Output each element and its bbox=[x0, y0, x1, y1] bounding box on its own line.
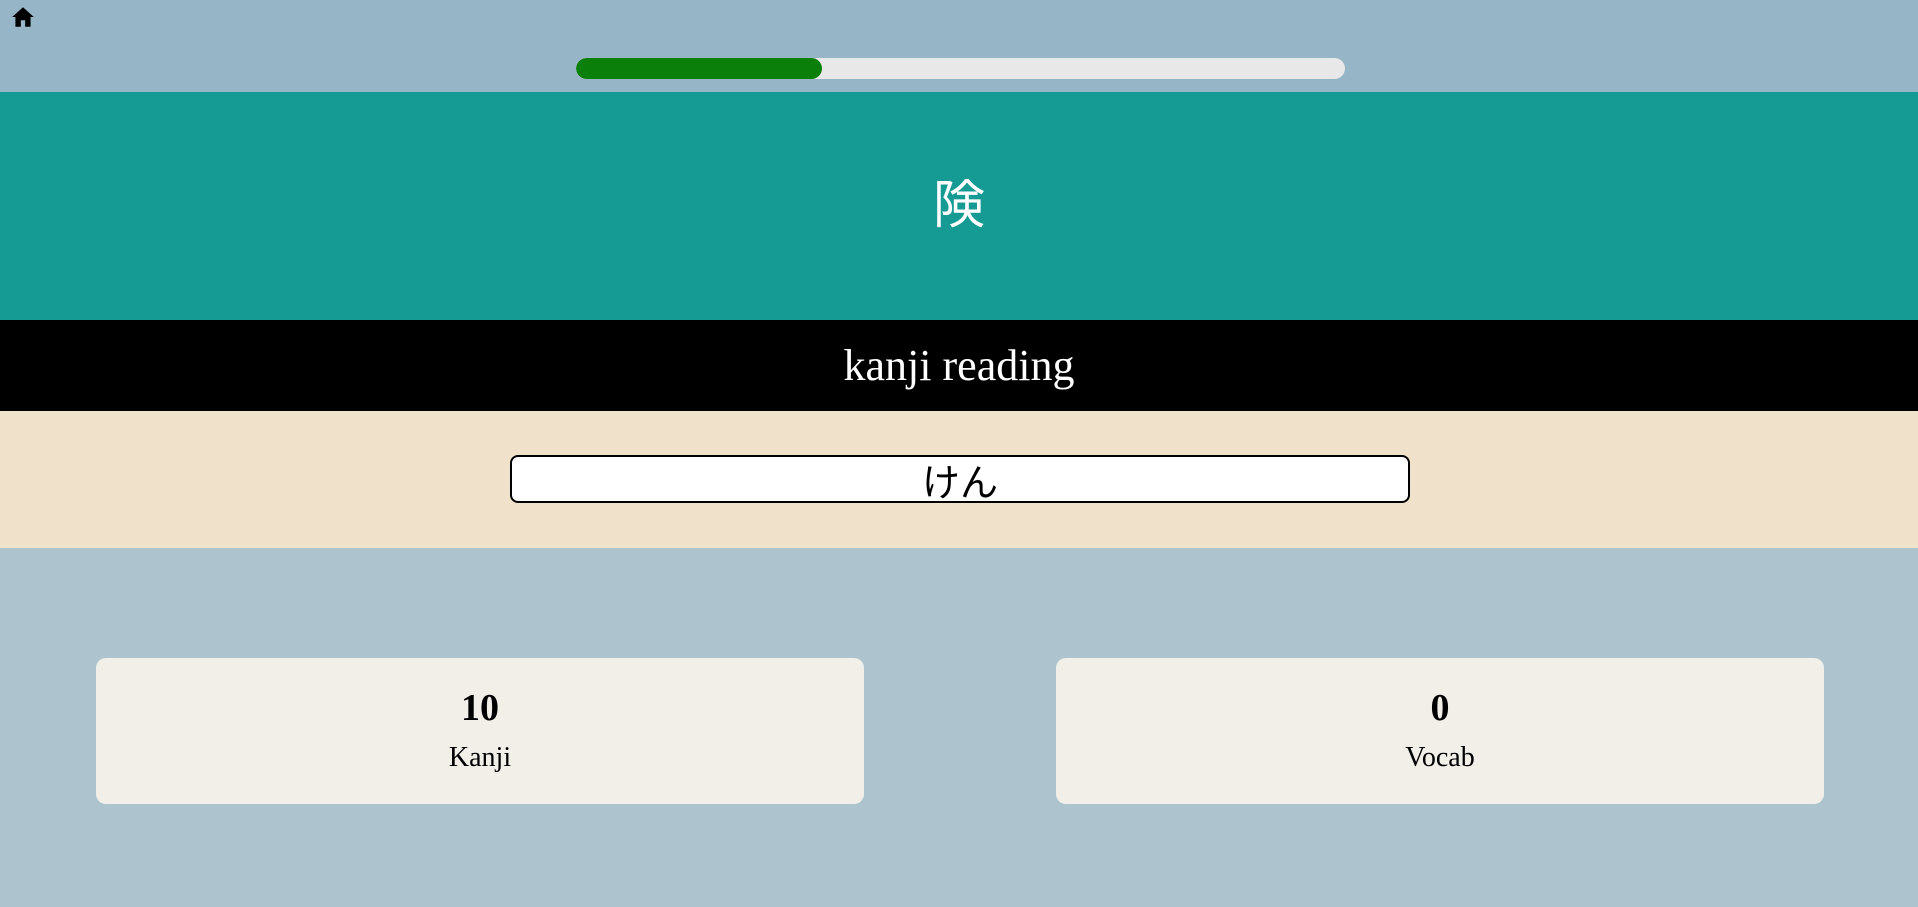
kanji-count: 10 bbox=[461, 687, 499, 730]
question-type-label: kanji reading bbox=[843, 341, 1075, 390]
prompt-character: 険 bbox=[932, 176, 985, 236]
home-icon bbox=[12, 7, 34, 27]
answer-input[interactable] bbox=[510, 455, 1410, 503]
vocab-label: Vocab bbox=[1405, 741, 1475, 773]
kanji-label: Kanji bbox=[448, 741, 512, 773]
prompt-panel: 険 bbox=[0, 92, 1918, 320]
home-button[interactable] bbox=[10, 4, 36, 30]
progress-bar bbox=[576, 58, 1345, 79]
question-type-banner: kanji reading bbox=[0, 320, 1918, 411]
kanji-stat-card: 10 Kanji bbox=[96, 658, 864, 804]
progress-bar-fill bbox=[576, 58, 823, 79]
top-bar bbox=[0, 0, 1918, 92]
vocab-stat-card: 0 Vocab bbox=[1056, 658, 1824, 804]
vocab-count: 0 bbox=[1430, 687, 1450, 730]
